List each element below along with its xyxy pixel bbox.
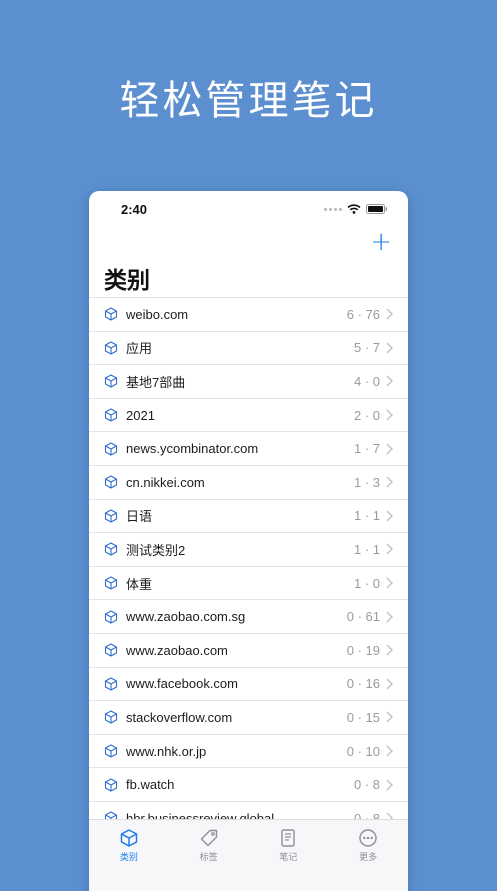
box-icon [104,509,118,523]
category-count: 0 · 16 [346,676,380,692]
status-indicators [324,204,388,214]
tab-label: 更多 [359,852,378,862]
box-icon [104,576,118,590]
box-icon [104,778,118,792]
category-name: www.nhk.or.jp [126,743,207,759]
category-row[interactable]: 2021 2 · 0 [89,399,408,433]
more-icon [358,828,378,848]
box-icon [104,374,118,389]
category-row[interactable]: 日语 1 · 1 [89,500,408,534]
category-count: 6 · 76 [346,306,380,322]
box-icon [104,744,118,758]
category-name: 应用 [126,341,153,357]
headline: 轻松管理笔记 [119,78,378,124]
chevron-right-icon [386,644,394,656]
tab-box[interactable]: 类别 [89,820,169,891]
tab-note[interactable]: 笔记 [249,820,329,891]
category-count: 1 · 1 [353,541,380,557]
chevron-right-icon [386,308,394,320]
chevron-right-icon [386,443,394,455]
category-name: weibo.com [126,306,189,322]
box-icon [104,610,118,624]
tab-label: 标签 [199,852,218,862]
category-row[interactable]: cn.nikkei.com 1 · 3 [89,466,408,500]
box-icon [104,408,118,422]
category-row[interactable]: 基地7部曲 4 · 0 [89,365,408,399]
category-count: 1 · 1 [353,508,380,524]
tab-label: 笔记 [279,852,298,862]
category-name: 2021 [126,407,155,423]
box-icon [104,643,118,657]
chevron-right-icon [386,745,394,757]
category-count: 2 · 0 [353,407,380,423]
category-count: 1 · 0 [353,575,380,591]
add-category-button[interactable]: + [370,229,392,255]
category-name: 基地7部曲 [126,374,186,390]
category-name: 日语 [126,509,153,525]
chevron-right-icon [386,779,394,791]
tab-label: 类别 [119,852,138,862]
category-count: 4 · 0 [353,373,380,389]
tab-bar: 类别 标签 笔记 更多 [89,819,408,891]
category-count: 1 · 7 [353,441,380,457]
category-name: news.ycombinator.com [126,441,259,457]
category-count: 0 · 15 [346,709,380,725]
category-name: www.zaobao.com.sg [126,609,246,625]
category-row[interactable]: 测试类别2 1 · 1 [89,533,408,567]
category-row[interactable]: www.zaobao.com.sg 0 · 61 [89,600,408,634]
chevron-right-icon [386,611,394,623]
category-row[interactable]: www.nhk.or.jp 0 · 10 [89,735,408,769]
chevron-right-icon [386,577,394,589]
chevron-right-icon [386,543,394,555]
category-row[interactable]: www.zaobao.com 0 · 19 [89,634,408,668]
chevron-right-icon [386,375,394,388]
category-row[interactable]: 体重 1 · 0 [89,567,408,601]
category-name: cn.nikkei.com [126,474,205,490]
chevron-right-icon [386,678,394,690]
chevron-right-icon [386,409,394,421]
wifi-icon [347,204,361,214]
chevron-right-icon [386,711,394,723]
tag-icon [199,828,219,848]
category-name: www.facebook.com [126,676,238,692]
category-row[interactable]: fb.watch 0 · 8 [89,768,408,802]
category-list: weibo.com 6 · 76 应用 5 · 7 基地7部曲 4 · 0 20… [89,297,408,836]
category-count: 0 · 19 [346,642,380,658]
chevron-right-icon [386,510,394,522]
category-count: 0 · 10 [346,743,380,759]
box-icon [119,828,139,848]
chevron-right-icon [386,476,394,488]
box-icon [104,307,118,321]
signal-icon [324,207,342,211]
note-icon [278,828,298,848]
category-name: 体重 [126,576,153,592]
box-icon [104,542,118,557]
chevron-right-icon [386,342,394,354]
category-name: fb.watch [126,777,175,793]
category-count: 0 · 8 [353,777,380,793]
category-name: www.zaobao.com [126,642,228,658]
category-row[interactable]: 应用 5 · 7 [89,332,408,366]
category-name: stackoverflow.com [126,709,233,725]
box-icon [104,710,118,724]
status-time: 2:40 [121,202,148,217]
box-icon [104,341,118,355]
category-count: 0 · 61 [346,609,380,625]
category-count: 5 · 7 [353,340,380,356]
box-icon [104,677,118,691]
page-title: 类别 [104,268,150,294]
tab-tag[interactable]: 标签 [169,820,249,891]
box-icon [104,442,118,456]
category-row[interactable]: news.ycombinator.com 1 · 7 [89,432,408,466]
category-name: 测试类别2 [126,542,186,558]
category-row[interactable]: weibo.com 6 · 76 [89,298,408,332]
status-bar: 2:40 [89,191,408,227]
category-row[interactable]: stackoverflow.com 0 · 15 [89,701,408,735]
category-count: 1 · 3 [353,474,380,490]
category-row[interactable]: www.facebook.com 0 · 16 [89,668,408,702]
phone-screen: 2:40 + 类别 weibo.com 6 · 76 应用 5 · 7 基地7部… [89,191,408,891]
tab-more[interactable]: 更多 [328,820,408,891]
battery-icon [366,204,388,214]
box-icon [104,475,118,489]
